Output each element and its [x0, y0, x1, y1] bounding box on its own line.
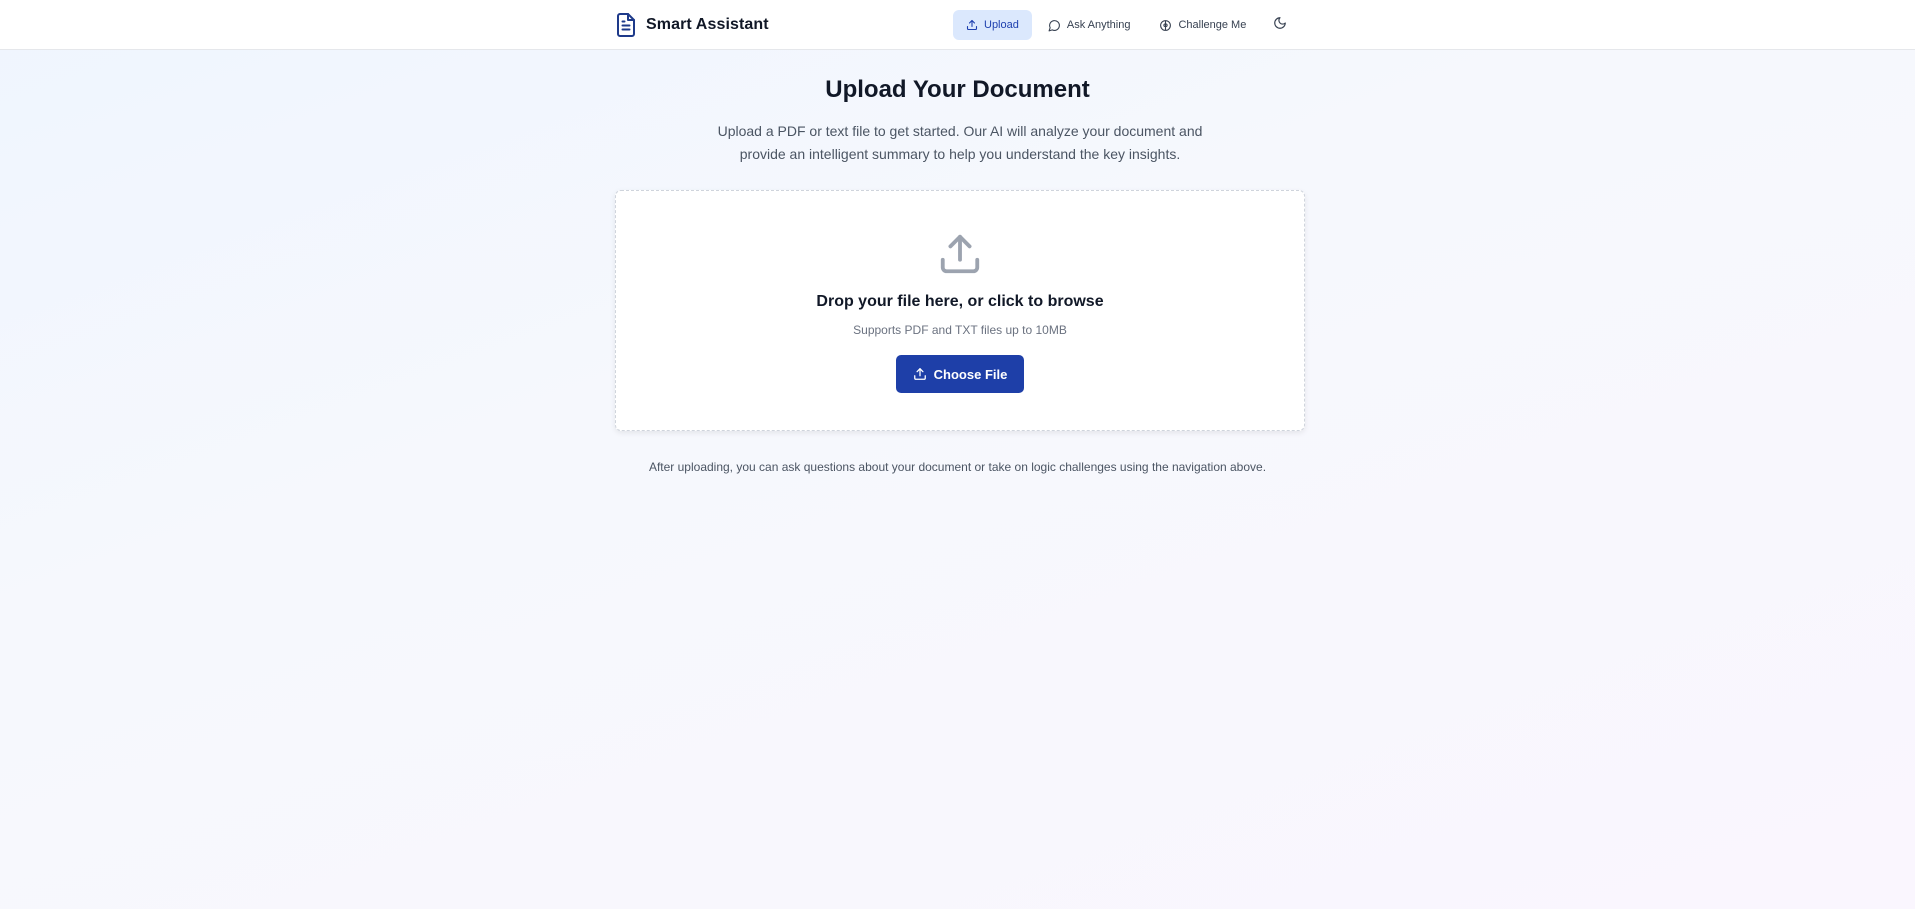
footer-note: After uploading, you can ask questions a… — [648, 460, 1267, 474]
theme-toggle-button[interactable] — [1265, 10, 1295, 40]
upload-icon — [913, 367, 934, 381]
moon-icon — [1273, 16, 1287, 35]
brand[interactable]: Smart Assistant — [615, 12, 769, 38]
message-circle-icon — [1048, 19, 1067, 32]
nav-upload-label: Upload — [984, 19, 1019, 31]
brand-title: Smart Assistant — [646, 16, 769, 33]
intro-text: Upload a PDF or text file to get started… — [717, 123, 1203, 162]
nav-upload[interactable]: Upload — [953, 10, 1032, 40]
brain-icon — [1159, 19, 1178, 32]
upload-icon — [937, 231, 983, 282]
choose-file-label: Choose File — [933, 366, 1008, 382]
nav-challenge-me[interactable]: Challenge Me — [1146, 10, 1259, 40]
nav-challenge-me-label: Challenge Me — [1178, 19, 1247, 31]
main-nav: Upload Ask Anything Challenge Me — [953, 10, 1295, 40]
nav-ask-anything[interactable]: Ask Anything — [1035, 10, 1144, 40]
upload-icon — [966, 19, 984, 31]
file-dropzone[interactable]: Drop your file here, or click to browse … — [615, 190, 1305, 431]
nav-ask-anything-label: Ask Anything — [1066, 19, 1131, 31]
dropzone-support-text: Supports PDF and TXT files up to 10MB — [853, 323, 1067, 337]
file-text-icon — [615, 12, 637, 38]
page-title: Upload Your Document — [825, 76, 1090, 103]
dropzone-prompt: Drop your file here, or click to browse — [816, 293, 1104, 310]
choose-file-button[interactable]: Choose File — [896, 355, 1024, 393]
top-nav-bar: Smart Assistant Upload Ask Anything Chal… — [0, 0, 1915, 50]
